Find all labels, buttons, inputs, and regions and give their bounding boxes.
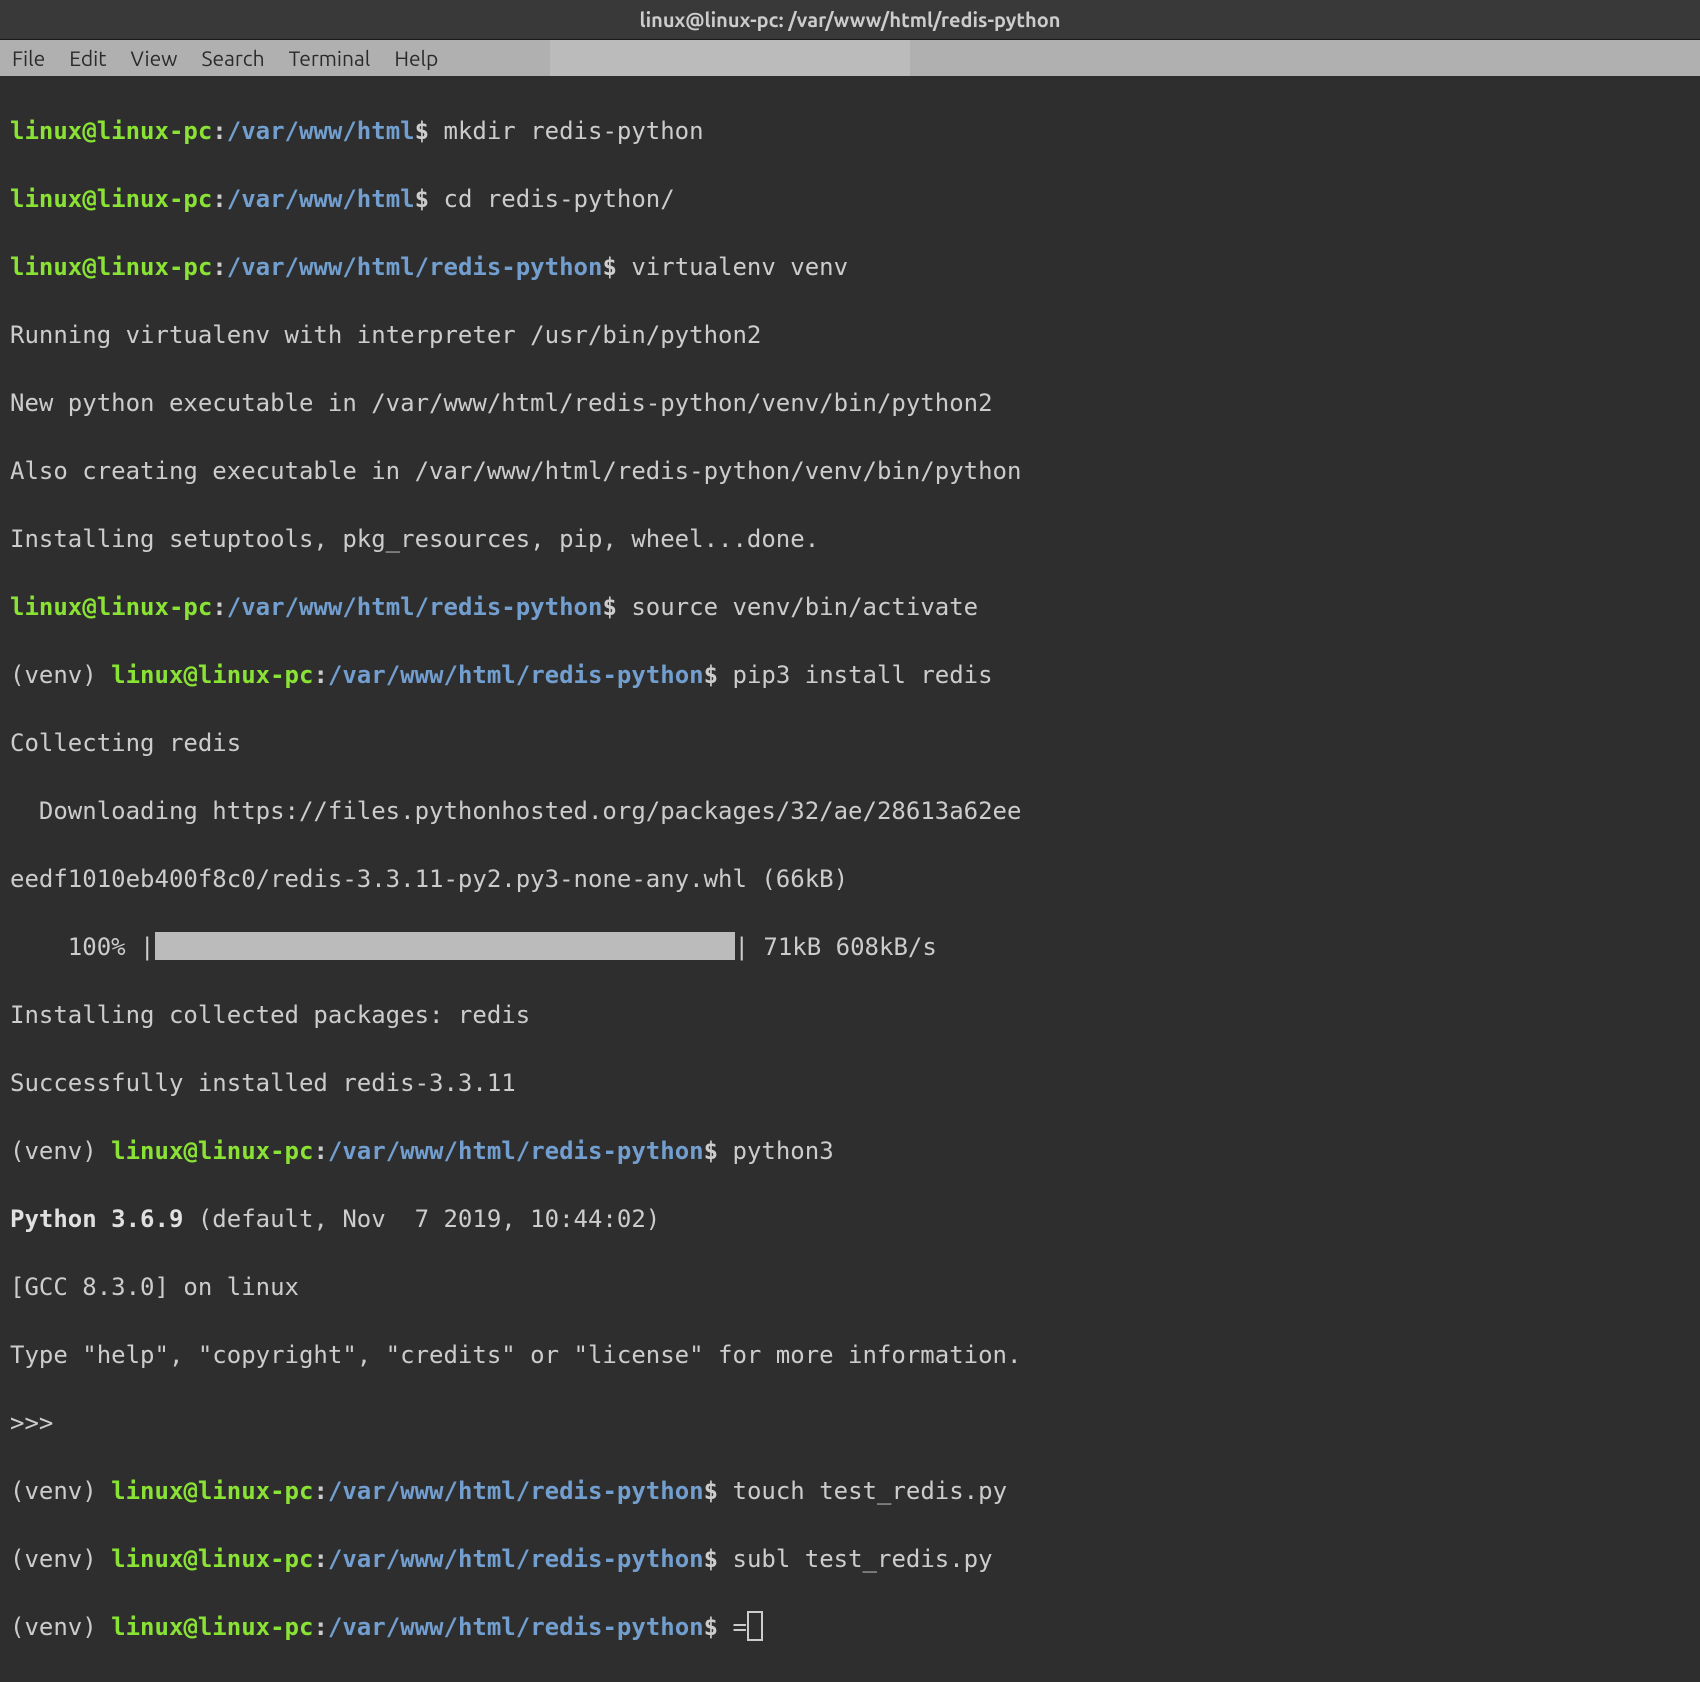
terminal-line: (venv) linux@linux-pc:/var/www/html/redi… bbox=[10, 658, 1690, 692]
progress-bar bbox=[155, 932, 735, 960]
prompt-colon: : bbox=[313, 661, 327, 689]
prompt-dollar: $ bbox=[602, 253, 616, 281]
window-titlebar: linux@linux-pc: /var/www/html/redis-pyth… bbox=[0, 0, 1700, 40]
terminal-line: (venv) linux@linux-pc:/var/www/html/redi… bbox=[10, 1134, 1690, 1168]
command-text: = bbox=[718, 1613, 747, 1641]
venv-prefix: (venv) bbox=[10, 661, 111, 689]
venv-prefix: (venv) bbox=[10, 1137, 111, 1165]
prompt-path: /var/www/html bbox=[227, 117, 415, 145]
terminal-output: Collecting redis bbox=[10, 726, 1690, 760]
menu-terminal[interactable]: Terminal bbox=[289, 46, 371, 70]
terminal-line: Python 3.6.9 (default, Nov 7 2019, 10:44… bbox=[10, 1202, 1690, 1236]
prompt-dollar: $ bbox=[704, 1613, 718, 1641]
menu-edit[interactable]: Edit bbox=[69, 46, 106, 70]
terminal-output: Installing setuptools, pkg_resources, pi… bbox=[10, 522, 1690, 556]
python-build: (default, Nov 7 2019, 10:44:02) bbox=[198, 1205, 675, 1233]
menu-search[interactable]: Search bbox=[201, 46, 264, 70]
terminal-output: Downloading https://files.pythonhosted.o… bbox=[10, 794, 1690, 828]
terminal-output: Running virtualenv with interpreter /usr… bbox=[10, 318, 1690, 352]
prompt-colon: : bbox=[313, 1477, 327, 1505]
prompt-dollar: $ bbox=[704, 661, 718, 689]
terminal-output-area[interactable]: linux@linux-pc:/var/www/html$ mkdir redi… bbox=[0, 76, 1700, 1682]
terminal-output: Successfully installed redis-3.3.11 bbox=[10, 1066, 1690, 1100]
prompt-user: linux@linux-pc bbox=[111, 1613, 313, 1641]
command-text: subl test_redis.py bbox=[718, 1545, 993, 1573]
prompt-path: /var/www/html/redis-python bbox=[328, 1477, 704, 1505]
terminal-line: linux@linux-pc:/var/www/html/redis-pytho… bbox=[10, 590, 1690, 624]
prompt-dollar: $ bbox=[602, 593, 616, 621]
terminal-line: linux@linux-pc:/var/www/html$ cd redis-p… bbox=[10, 182, 1690, 216]
prompt-path: /var/www/html/redis-python bbox=[227, 253, 603, 281]
terminal-line: 100% | | 71kB 608kB/s bbox=[10, 930, 1690, 964]
prompt-path: /var/www/html/redis-python bbox=[328, 1137, 704, 1165]
prompt-dollar: $ bbox=[415, 117, 429, 145]
terminal-line: linux@linux-pc:/var/www/html/redis-pytho… bbox=[10, 250, 1690, 284]
prompt-dollar: $ bbox=[704, 1477, 718, 1505]
command-text: source venv/bin/activate bbox=[617, 593, 978, 621]
prompt-colon: : bbox=[212, 117, 226, 145]
command-text: pip3 install redis bbox=[718, 661, 993, 689]
terminal-cursor bbox=[747, 1611, 763, 1641]
menu-help[interactable]: Help bbox=[394, 46, 438, 70]
prompt-user: linux@linux-pc bbox=[111, 661, 313, 689]
terminal-line: (venv) linux@linux-pc:/var/www/html/redi… bbox=[10, 1474, 1690, 1508]
command-text: virtualenv venv bbox=[617, 253, 848, 281]
prompt-user: linux@linux-pc bbox=[10, 253, 212, 281]
terminal-output: New python executable in /var/www/html/r… bbox=[10, 386, 1690, 420]
venv-prefix: (venv) bbox=[10, 1477, 111, 1505]
prompt-user: linux@linux-pc bbox=[10, 593, 212, 621]
command-text: touch test_redis.py bbox=[718, 1477, 1007, 1505]
venv-prefix: (venv) bbox=[10, 1613, 111, 1641]
prompt-colon: : bbox=[212, 593, 226, 621]
menu-view[interactable]: View bbox=[130, 46, 177, 70]
venv-prefix: (venv) bbox=[10, 1545, 111, 1573]
prompt-colon: : bbox=[313, 1137, 327, 1165]
menu-file[interactable]: File bbox=[12, 46, 45, 70]
window-title: linux@linux-pc: /var/www/html/redis-pyth… bbox=[640, 8, 1061, 31]
prompt-path: /var/www/html/redis-python bbox=[328, 1545, 704, 1573]
terminal-output: [GCC 8.3.0] on linux bbox=[10, 1270, 1690, 1304]
prompt-colon: : bbox=[313, 1545, 327, 1573]
command-text: mkdir redis-python bbox=[429, 117, 704, 145]
progress-percent: 100% | bbox=[10, 933, 155, 961]
prompt-colon: : bbox=[212, 253, 226, 281]
python-version: Python 3.6.9 bbox=[10, 1205, 198, 1233]
prompt-path: /var/www/html/redis-python bbox=[328, 661, 704, 689]
terminal-output: eedf1010eb400f8c0/redis-3.3.11-py2.py3-n… bbox=[10, 862, 1690, 896]
prompt-colon: : bbox=[212, 185, 226, 213]
terminal-output: Installing collected packages: redis bbox=[10, 998, 1690, 1032]
prompt-path: /var/www/html bbox=[227, 185, 415, 213]
prompt-dollar: $ bbox=[704, 1545, 718, 1573]
command-text: python3 bbox=[718, 1137, 834, 1165]
terminal-output: Type "help", "copyright", "credits" or "… bbox=[10, 1338, 1690, 1372]
python-prompt: >>> bbox=[10, 1406, 1690, 1440]
prompt-user: linux@linux-pc bbox=[10, 117, 212, 145]
terminal-output: Also creating executable in /var/www/htm… bbox=[10, 454, 1690, 488]
prompt-dollar: $ bbox=[704, 1137, 718, 1165]
terminal-line: (venv) linux@linux-pc:/var/www/html/redi… bbox=[10, 1542, 1690, 1576]
prompt-user: linux@linux-pc bbox=[10, 185, 212, 213]
prompt-user: linux@linux-pc bbox=[111, 1477, 313, 1505]
progress-speed: | 71kB 608kB/s bbox=[735, 933, 937, 961]
terminal-line: linux@linux-pc:/var/www/html$ mkdir redi… bbox=[10, 114, 1690, 148]
terminal-line: (venv) linux@linux-pc:/var/www/html/redi… bbox=[10, 1610, 1690, 1644]
command-text: cd redis-python/ bbox=[429, 185, 675, 213]
menu-bar: File Edit View Search Terminal Help bbox=[0, 40, 1700, 76]
prompt-path: /var/www/html/redis-python bbox=[328, 1613, 704, 1641]
prompt-dollar: $ bbox=[415, 185, 429, 213]
prompt-colon: : bbox=[313, 1613, 327, 1641]
selection-highlight bbox=[550, 40, 910, 76]
prompt-user: linux@linux-pc bbox=[111, 1545, 313, 1573]
prompt-path: /var/www/html/redis-python bbox=[227, 593, 603, 621]
prompt-user: linux@linux-pc bbox=[111, 1137, 313, 1165]
